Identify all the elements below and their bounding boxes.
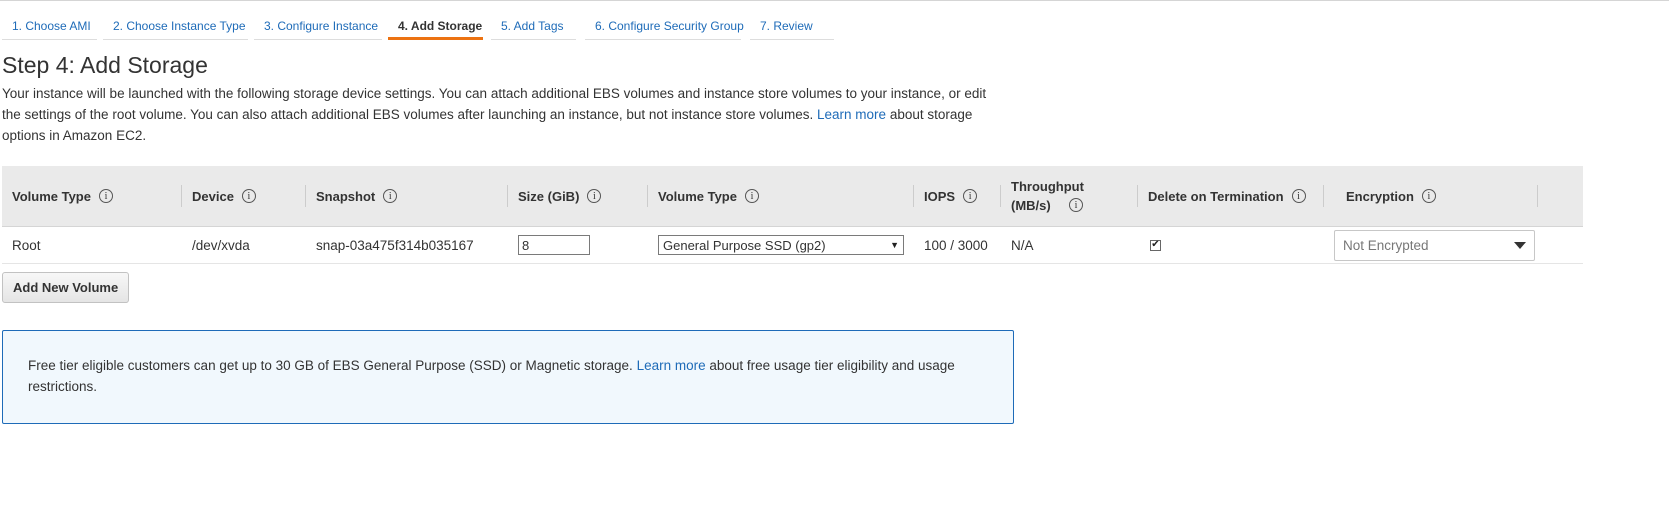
header-label: Size (GiB)	[518, 188, 580, 204]
info-icon[interactable]: i	[1421, 189, 1436, 203]
cell-iops: 100 / 3000	[924, 237, 988, 253]
step-review[interactable]: 7. Review	[750, 12, 834, 40]
dropdown-arrow-icon: ▼	[890, 240, 899, 250]
column-divider	[1323, 185, 1324, 207]
page-description: Your instance will be launched with the …	[2, 83, 1002, 146]
notice-text-start: Free tier eligible customers can get up …	[28, 358, 633, 373]
cell-throughput: N/A	[1011, 237, 1034, 253]
column-divider	[1537, 185, 1538, 207]
cell-ebs-volume-type: General Purpose SSD (gp2) ▼	[648, 227, 904, 263]
header-encryption: Encryption i	[1334, 166, 1538, 226]
step-configure-instance[interactable]: 3. Configure Instance	[254, 12, 382, 40]
info-icon[interactable]: i	[98, 189, 113, 203]
table-row: Root /dev/xvda snap-03a475f314b035167 Ge…	[2, 227, 1583, 264]
encryption-select[interactable]: Not Encrypted	[1334, 229, 1535, 261]
info-icon[interactable]: i	[744, 189, 759, 203]
header-snapshot: Snapshot i	[306, 166, 508, 226]
header-label: Delete on Termination	[1148, 188, 1284, 204]
volume-type-select[interactable]: General Purpose SSD (gp2) ▼	[658, 235, 904, 255]
header-label: Throughput (MB/s)	[1011, 179, 1084, 213]
top-divider	[0, 0, 1669, 1]
header-label: Volume Type	[658, 188, 737, 204]
step-configure-security-group[interactable]: 6. Configure Security Group	[585, 12, 744, 40]
caret-down-icon	[1514, 241, 1526, 249]
step-choose-instance-type[interactable]: 2. Choose Instance Type	[103, 12, 248, 40]
info-icon[interactable]: i	[383, 189, 398, 203]
cell-device: /dev/xvda	[192, 237, 250, 253]
step-choose-ami[interactable]: 1. Choose AMI	[2, 12, 97, 40]
cell-encryption: Not Encrypted	[1334, 227, 1535, 263]
info-icon[interactable]: i	[1291, 189, 1306, 203]
header-label: Volume Type	[12, 188, 91, 204]
header-label: Encryption	[1346, 188, 1414, 204]
info-icon[interactable]: i	[587, 189, 602, 203]
header-delete-on-termination: Delete on Termination i	[1138, 166, 1324, 226]
table-header: Volume Type i Device i Snapshot i Size (…	[2, 166, 1583, 227]
size-input[interactable]	[518, 235, 590, 255]
add-new-volume-button[interactable]: Add New Volume	[2, 272, 130, 303]
step-add-tags[interactable]: 5. Add Tags	[491, 12, 576, 40]
cell-volume-type: Root	[12, 237, 41, 253]
free-tier-notice: Free tier eligible customers can get up …	[2, 330, 1014, 424]
learn-more-link[interactable]: Learn more	[817, 107, 886, 122]
cell-snapshot: snap-03a475f314b035167	[316, 237, 474, 253]
header-label: IOPS	[924, 188, 956, 204]
header-label: Snapshot	[316, 188, 376, 204]
info-icon[interactable]: i	[963, 189, 978, 203]
header-throughput: Throughput (MB/s) i	[1001, 166, 1138, 226]
header-ebs-volume-type: Volume Type i	[648, 166, 914, 226]
volume-type-selected: General Purpose SSD (gp2)	[663, 237, 826, 253]
page-title: Step 4: Add Storage	[2, 52, 208, 78]
info-icon[interactable]: i	[1069, 198, 1083, 212]
header-volume-type: Volume Type i	[2, 166, 182, 226]
encryption-selected: Not Encrypted	[1343, 237, 1429, 253]
info-icon[interactable]: i	[241, 189, 256, 203]
header-label: Device	[192, 188, 234, 204]
delete-on-termination-checkbox[interactable]: ✔	[1150, 239, 1161, 251]
header-iops: IOPS i	[914, 166, 1001, 226]
notice-learn-more-link[interactable]: Learn more	[637, 358, 706, 373]
step-add-storage[interactable]: 4. Add Storage	[388, 12, 483, 40]
cell-size	[508, 227, 590, 263]
notice-text: Free tier eligible customers can get up …	[28, 355, 998, 397]
header-device: Device i	[182, 166, 306, 226]
throughput-header-wrap: Throughput (MB/s)	[1011, 177, 1099, 215]
header-size: Size (GiB) i	[508, 166, 648, 226]
cell-delete-on-termination: ✔	[1138, 227, 1161, 263]
